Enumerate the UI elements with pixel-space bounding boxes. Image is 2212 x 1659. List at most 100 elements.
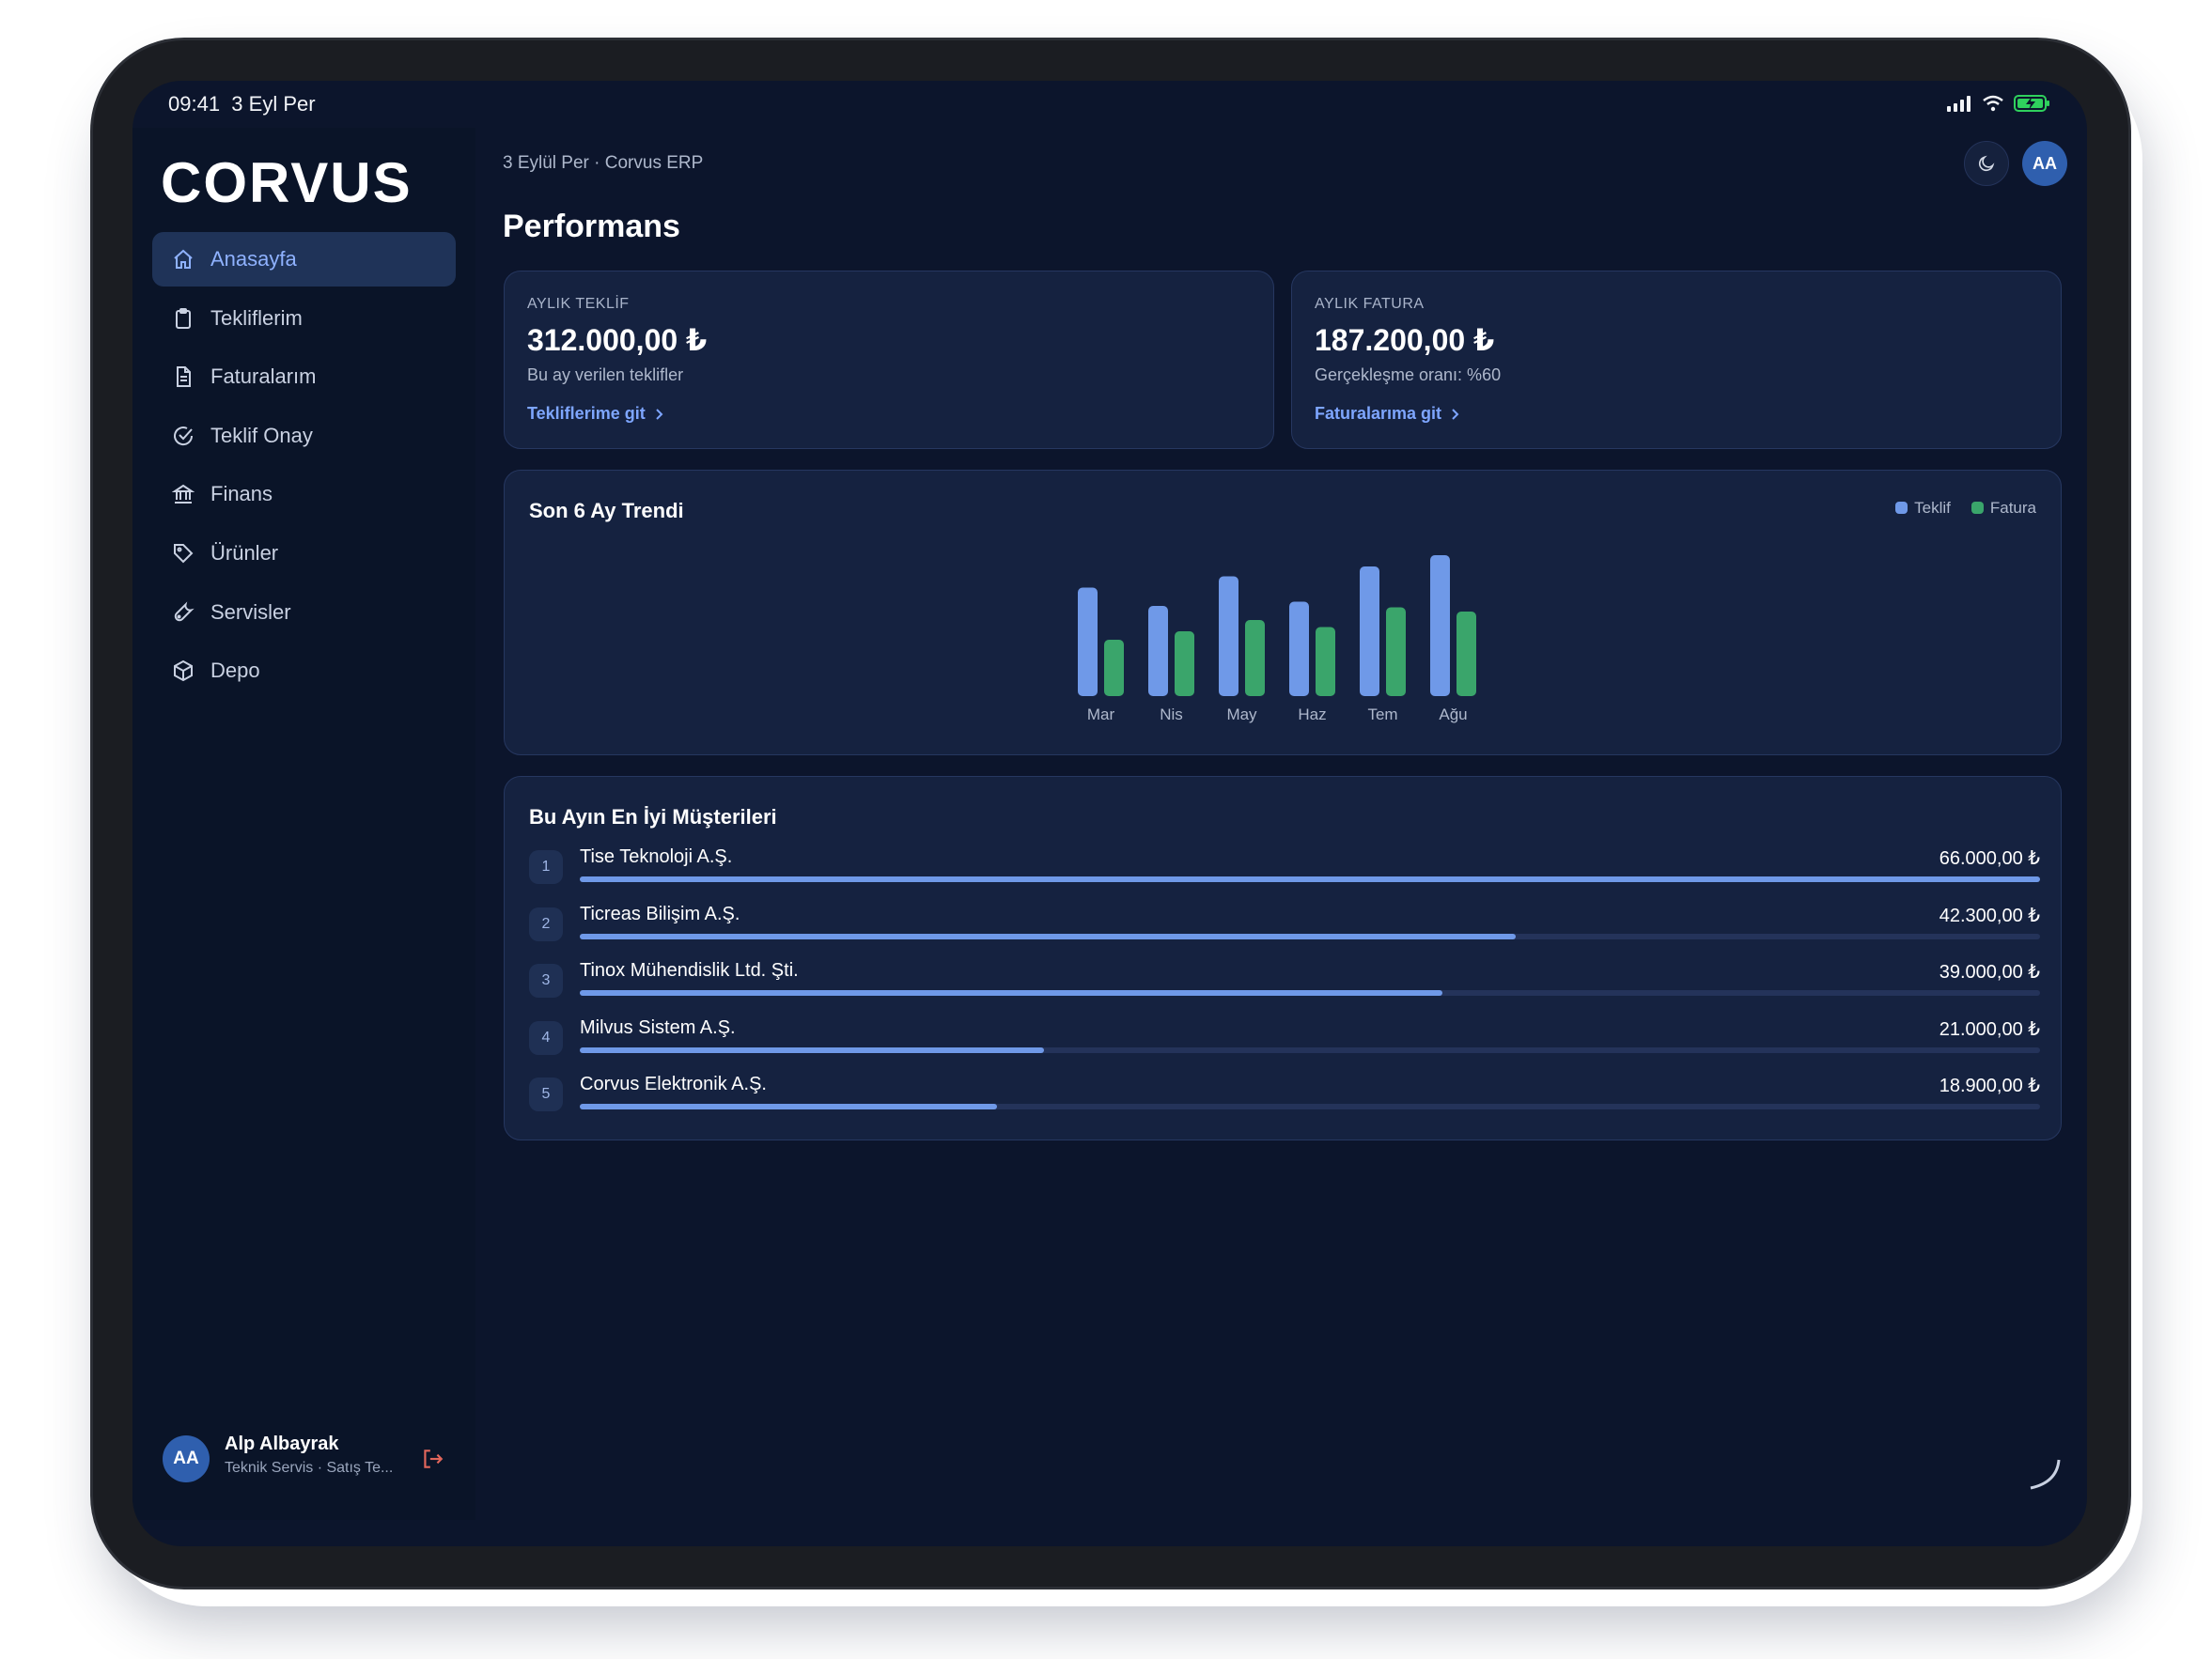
bar-teklif-tem <box>1360 566 1379 696</box>
status-bar: 09:41 3 Eyl Per <box>132 81 2087 128</box>
x-tick-label: Mar <box>1087 705 1115 723</box>
kpi-value: 187.200,00 ₺ <box>1315 323 1495 357</box>
sidebar-item-urunler[interactable]: Ürünler <box>152 526 456 581</box>
customer-row[interactable]: 3 Tinox Mühendislik Ltd. Şti. 39.000,00 ₺ <box>529 960 2040 1017</box>
chevron-right-icon <box>1452 408 1459 420</box>
customer-rank-badge: 2 <box>529 907 563 941</box>
customer-rank-badge: 1 <box>529 850 563 884</box>
bar-fatura-mar <box>1104 640 1124 696</box>
bar-teklif-ağu <box>1430 555 1450 696</box>
customer-rank-badge: 5 <box>529 1078 563 1111</box>
kpi-subtitle: Gerçekleşme oranı: %60 <box>1315 365 1502 384</box>
customer-amount: 18.900,00 ₺ <box>1939 1076 2040 1096</box>
customer-progress-fill <box>580 1047 1045 1053</box>
x-tick-label: Tem <box>1367 705 1397 723</box>
customer-progress-track <box>580 990 2040 996</box>
wrench-icon <box>171 600 195 625</box>
x-tick-label: Ağu <box>1439 705 1467 723</box>
customer-progress-fill <box>580 933 1517 939</box>
x-tick-label: Haz <box>1298 705 1326 723</box>
sidebar-item-label: Faturalarım <box>210 364 317 389</box>
bar-teklif-may <box>1219 576 1238 696</box>
home-icon <box>171 247 195 271</box>
wifi-icon <box>1983 95 2003 112</box>
customer-amount: 66.000,00 ₺ <box>1939 848 2040 869</box>
customer-row[interactable]: 5 Corvus Elektronik A.Ş. 18.900,00 ₺ <box>529 1074 2040 1131</box>
customer-rank-badge: 3 <box>529 964 563 998</box>
customer-progress-fill <box>580 990 1443 996</box>
tablet-screen: 09:41 3 Eyl Per CORVUS Anasayfa Teklifle… <box>132 81 2087 1546</box>
faturalarima-git-link[interactable]: Faturalarıma git <box>1315 404 1460 424</box>
sidebar-item-label: Ürünler <box>210 540 279 565</box>
customer-row[interactable]: 1 Tise Teknoloji A.Ş. 66.000,00 ₺ <box>529 846 2040 904</box>
customer-row[interactable]: 2 Ticreas Bilişim A.Ş. 42.300,00 ₺ <box>529 904 2040 961</box>
customer-progress-track <box>580 1104 2040 1109</box>
bar-fatura-haz <box>1316 627 1335 696</box>
customer-progress-fill <box>580 1104 998 1109</box>
box-icon <box>171 659 195 683</box>
sidebar-item-label: Depo <box>210 659 260 683</box>
tag-icon <box>171 541 195 566</box>
tekliflerime-git-link[interactable]: Tekliflerime git <box>527 404 664 424</box>
customer-rank-badge: 4 <box>529 1020 563 1055</box>
resize-handle-icon <box>2030 1459 2061 1490</box>
kpi-card-fatura: AYLIK FATURA 187.200,00 ₺ Gerçekleşme or… <box>1291 271 2062 449</box>
kpi-value: 312.000,00 ₺ <box>527 323 708 357</box>
customer-name: Milvus Sistem A.Ş. <box>580 1016 736 1038</box>
customer-progress-track <box>580 876 2040 882</box>
sidebar-item-anasayfa[interactable]: Anasayfa <box>152 232 456 287</box>
sidebar-item-servisler[interactable]: Servisler <box>152 585 456 640</box>
customer-name: Tinox Mühendislik Ltd. Şti. <box>580 960 799 981</box>
trend-bar-chart: Mar Nis May Haz Tem Ağu <box>1078 555 1476 723</box>
clipboard-icon <box>171 306 195 331</box>
trend-chart-card: Son 6 Ay Trendi Teklif Fatura Mar Nis May H… <box>504 470 2062 755</box>
moon-icon <box>1978 155 1995 172</box>
customer-list: 1 Tise Teknoloji A.Ş. 66.000,00 ₺ 2 Ticreas … <box>529 846 2040 1131</box>
kpi-label: AYLIK FATURA <box>1315 296 1425 312</box>
document-icon <box>171 364 195 389</box>
customer-amount: 21.000,00 ₺ <box>1939 1018 2040 1040</box>
sidebar-item-tekliflerim[interactable]: Tekliflerim <box>152 291 456 346</box>
sidebar-item-label: Tekliflerim <box>210 305 303 330</box>
user-name: Alp Albayrak <box>225 1434 339 1454</box>
top-customers-card: Bu Ayın En İyi Müşterileri 1 Tise Teknolo… <box>504 776 2062 1140</box>
sidebar-item-depo[interactable]: Depo <box>152 643 456 698</box>
customer-name: Ticreas Bilişim A.Ş. <box>580 903 740 924</box>
battery-charging-icon <box>2014 95 2049 112</box>
user-profile[interactable]: AA Alp Albayrak Teknik Servis · Satış Te… <box>163 1430 454 1486</box>
status-time: 09:41 3 Eyl Per <box>168 92 316 116</box>
customer-row[interactable]: 4 Milvus Sistem A.Ş. 21.000,00 ₺ <box>529 1017 2040 1075</box>
corvus-logo: CORVUS <box>161 151 413 214</box>
page-title: Performans <box>503 209 680 244</box>
header-avatar[interactable]: AA <box>2022 141 2067 186</box>
kpi-label: AYLIK TEKLİF <box>527 296 630 312</box>
sidebar-nav: Anasayfa Tekliflerim Faturalarım Teklif … <box>152 232 456 703</box>
bar-fatura-ağu <box>1456 612 1476 696</box>
sidebar-item-faturalarim[interactable]: Faturalarım <box>152 349 456 404</box>
x-tick-label: May <box>1226 705 1257 723</box>
sidebar-item-teklif-onay[interactable]: Teklif Onay <box>152 409 456 463</box>
main-content: 3 Eylül Per · Corvus ERP Performans AA A… <box>475 128 2087 1520</box>
bar-fatura-nis <box>1175 631 1194 696</box>
user-role: Teknik Servis · Satış Te... <box>225 1460 394 1476</box>
sidebar-item-finans[interactable]: Finans <box>152 467 456 521</box>
x-tick-label: Nis <box>1160 705 1183 723</box>
sidebar-item-label: Teklif Onay <box>210 423 313 447</box>
check-circle-icon <box>171 424 195 448</box>
bar-fatura-tem <box>1386 607 1406 696</box>
chevron-right-icon <box>655 408 663 420</box>
kpi-card-teklif: AYLIK TEKLİF 312.000,00 ₺ Bu ay verilen … <box>504 271 1274 449</box>
bar-teklif-nis <box>1148 606 1168 696</box>
bar-fatura-may <box>1245 620 1265 696</box>
signal-icon <box>1947 96 1971 112</box>
status-system-icons <box>1946 94 2051 113</box>
sidebar-item-label: Servisler <box>210 599 291 624</box>
top-customers-title: Bu Ayın En İyi Müşterileri <box>529 805 777 829</box>
customer-name: Corvus Elektronik A.Ş. <box>580 1074 767 1094</box>
theme-toggle-button[interactable] <box>1964 141 2009 186</box>
bar-teklif-haz <box>1289 601 1309 696</box>
logout-icon[interactable] <box>420 1447 444 1471</box>
customer-amount: 39.000,00 ₺ <box>1939 962 2040 983</box>
customer-progress-track <box>580 1047 2040 1053</box>
customer-progress-track <box>580 933 2040 939</box>
